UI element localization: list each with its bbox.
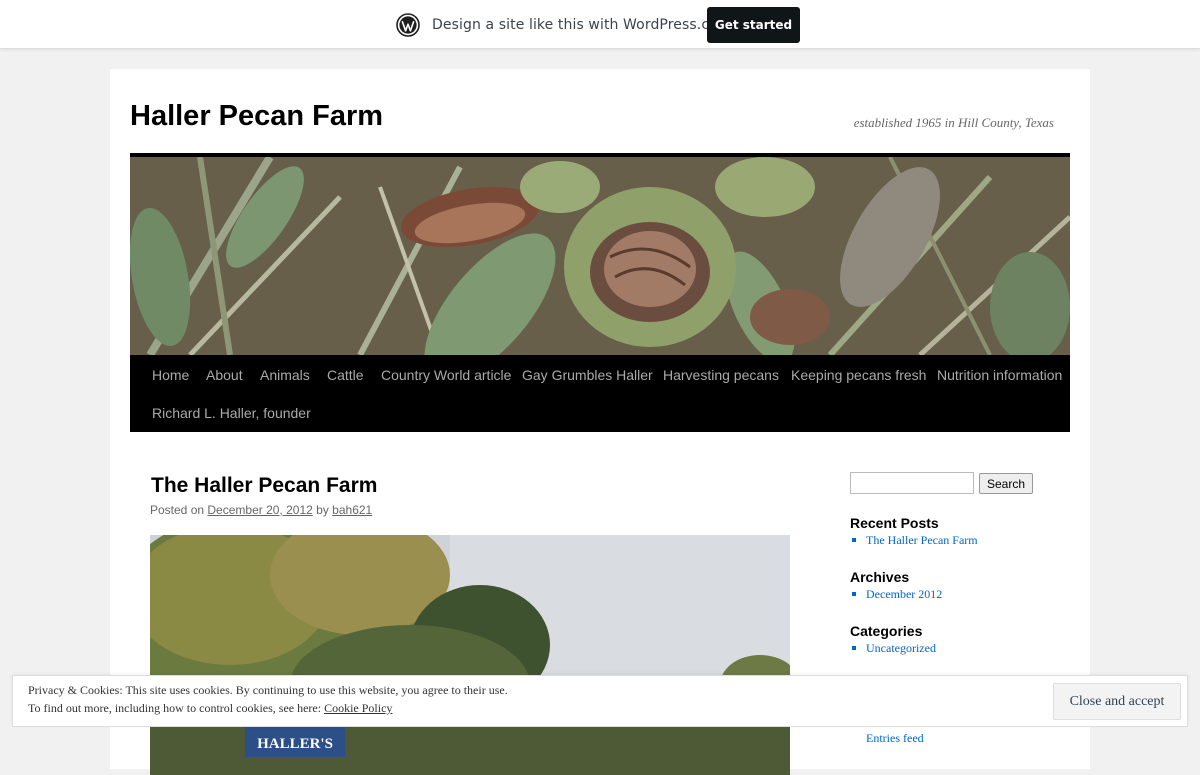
wordpress-logo-icon[interactable] [396, 13, 420, 37]
list-bullet [852, 592, 856, 596]
recent-posts-heading: Recent Posts [850, 515, 939, 531]
nav-item-home[interactable]: Home [152, 367, 189, 383]
list-bullet [852, 646, 856, 650]
post-featured-image[interactable]: HALLER'S [150, 535, 790, 775]
site-description: established 1965 in Hill County, Texas [853, 115, 1054, 130]
nav-item-harvesting-pecans[interactable]: Harvesting pecans [663, 367, 779, 383]
cookie-notice-text: Privacy & Cookies: This site uses cookie… [28, 683, 508, 697]
nav-item-animals[interactable]: Animals [260, 367, 310, 383]
categories-heading: Categories [850, 623, 923, 639]
nav-item-keeping-pecans-fresh[interactable]: Keeping pecans fresh [791, 367, 926, 383]
cookie-banner: Privacy & Cookies: This site uses cookie… [12, 675, 1188, 727]
farm-sign-text: HALLER'S [257, 736, 333, 752]
post-meta: Posted on December 20, 2012 by bah621 [150, 503, 372, 517]
post-title[interactable]: The Haller Pecan Farm [151, 474, 377, 498]
post-author-link[interactable]: bah621 [332, 503, 372, 517]
archives-heading: Archives [850, 569, 910, 585]
header-image[interactable] [130, 153, 1070, 355]
close-and-accept-button[interactable]: Close and accept [1053, 683, 1181, 720]
post-date-link[interactable]: December 20, 2012 [207, 503, 312, 517]
nav-item-cattle[interactable]: Cattle [327, 367, 364, 383]
by-label: by [316, 503, 329, 517]
archive-link[interactable]: December 2012 [866, 587, 942, 602]
recent-post-link[interactable]: The Haller Pecan Farm [866, 533, 978, 548]
page-wrapper: Haller Pecan Farm established 1965 in Hi… [110, 69, 1090, 775]
pecan-farm-photo: HALLER'S [150, 535, 790, 775]
site-title[interactable]: Haller Pecan Farm [130, 100, 383, 133]
nav-item-gay-grumbles-haller[interactable]: Gay Grumbles Haller [522, 367, 653, 383]
entries-feed-link[interactable]: Entries feed [866, 731, 924, 746]
cookie-policy-link[interactable]: Cookie Policy [324, 701, 392, 715]
wordpress-promo-bar: Design a site like this with WordPress.c… [0, 0, 1200, 49]
search-input[interactable] [850, 472, 974, 494]
main-navigation: Home About Animals Cattle Country World … [130, 355, 1070, 432]
nav-item-nutrition-information[interactable]: Nutrition information [937, 367, 1062, 383]
search-button[interactable]: Search [979, 473, 1033, 494]
list-bullet [852, 538, 856, 542]
nav-item-about[interactable]: About [206, 367, 243, 383]
promo-text: Design a site like this with WordPress.c… [432, 17, 732, 33]
cookie-more-info-text: To find out more, including how to contr… [28, 701, 322, 715]
posted-on-label: Posted on [150, 503, 205, 517]
pecan-husk-photo [130, 157, 1070, 355]
get-started-button[interactable]: Get started [707, 7, 800, 43]
nav-item-richard-haller-founder[interactable]: Richard L. Haller, founder [152, 405, 311, 421]
nav-item-country-world-article[interactable]: Country World article [381, 367, 511, 383]
category-link[interactable]: Uncategorized [866, 641, 936, 656]
cookie-notice-line2: To find out more, including how to contr… [28, 701, 392, 716]
